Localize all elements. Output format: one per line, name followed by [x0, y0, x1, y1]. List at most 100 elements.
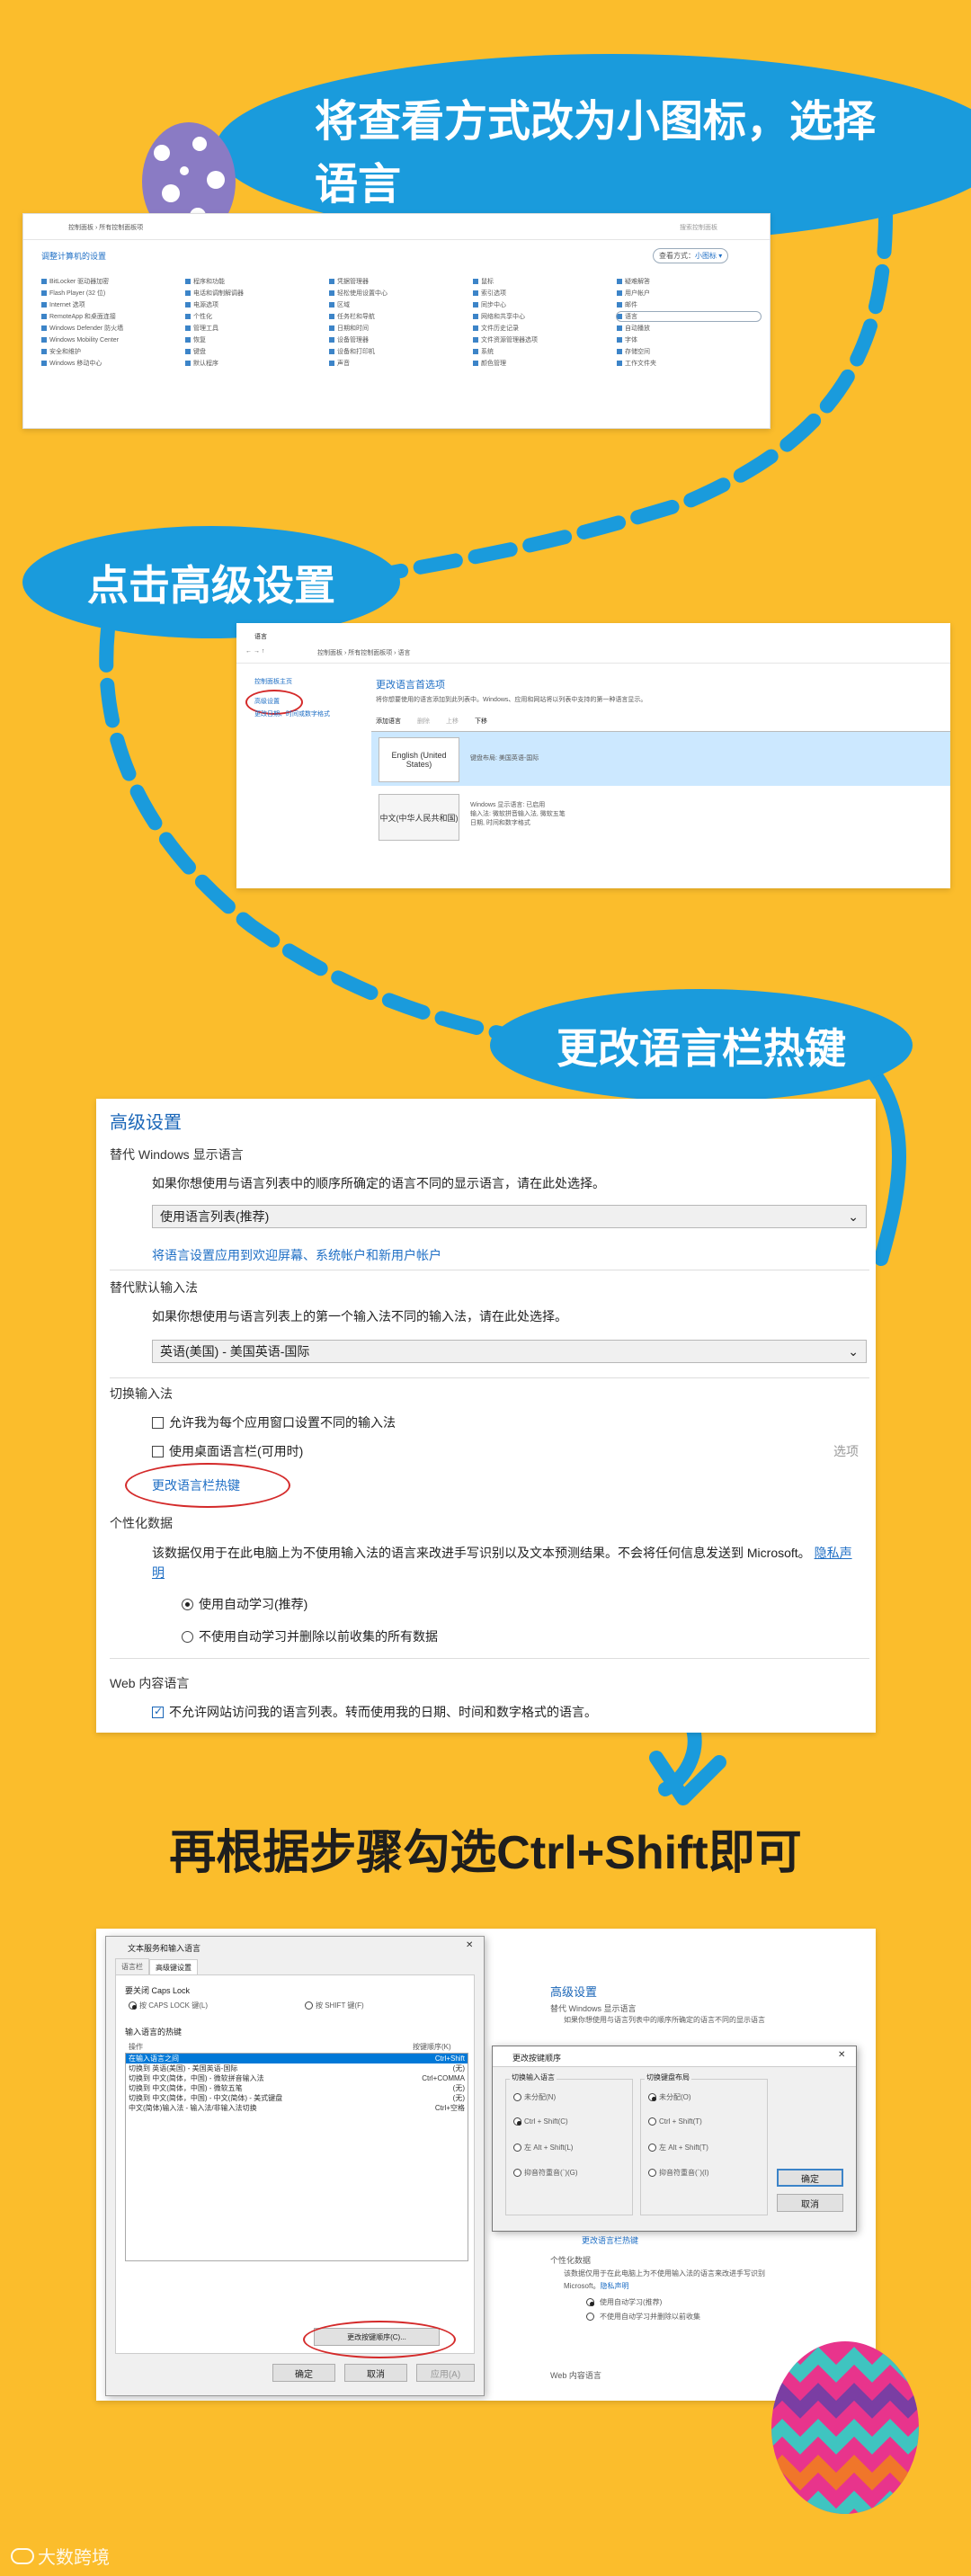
cp-item[interactable]: Windows Defender 防火墙: [41, 324, 185, 333]
checkbox[interactable]: [152, 1445, 164, 1457]
tool-down[interactable]: 下移: [475, 717, 487, 726]
cp-item[interactable]: Internet 选项: [41, 300, 185, 309]
lang-row-chinese[interactable]: 中文(中华人民共和国) Windows 显示语言: 已启用 输入法: 微软拼音输…: [371, 792, 950, 846]
tab-advanced-keys[interactable]: 高级键设置: [149, 1958, 198, 1975]
dialog-ok-button[interactable]: 确定: [272, 2364, 335, 2382]
bg-link[interactable]: 更改语言栏热键: [582, 2234, 638, 2246]
cp-item[interactable]: BitLocker 驱动器加密: [41, 277, 185, 286]
cp-item[interactable]: 个性化: [185, 312, 329, 321]
dialog-apply-button[interactable]: 应用(A): [416, 2364, 475, 2382]
s4-radio1[interactable]: 使用自动学习(推荐): [182, 1595, 307, 1613]
popup-option[interactable]: 未分配(O): [648, 2092, 691, 2102]
cp-item[interactable]: 网络和共享中心: [473, 312, 617, 321]
cp-item[interactable]: 任务栏和导航: [329, 312, 473, 321]
s5-option[interactable]: ✓ 不允许网站访问我的语言列表。转而使用我的日期、时间和数字格式的语言。: [152, 1703, 597, 1721]
popup-option[interactable]: Ctrl + Shift(T): [648, 2117, 702, 2126]
capslock-opt2[interactable]: 按 SHIFT 键(F): [305, 2001, 364, 2010]
popup-option[interactable]: Ctrl + Shift(C): [513, 2117, 568, 2126]
tab-langbar[interactable]: 语言栏: [115, 1958, 149, 1975]
side-home[interactable]: 控制面板主页: [254, 677, 292, 686]
cp-item[interactable]: 同步中心: [473, 300, 617, 309]
side-datetime[interactable]: 更改日期、时间或数字格式: [254, 709, 330, 718]
cp-item[interactable]: 鼠标: [473, 277, 617, 286]
s1-link[interactable]: 将语言设置应用到欢迎屏幕、系统帐户和新用户帐户: [152, 1246, 441, 1264]
radio-button[interactable]: [648, 2144, 656, 2152]
cp-item[interactable]: 存储空间: [617, 347, 761, 356]
bg-privacy[interactable]: 隐私声明: [600, 2282, 628, 2290]
radio-button[interactable]: [513, 2117, 521, 2126]
hotkey-row[interactable]: 切换到 英语(美国) - 美国英语-国际 (无): [126, 2063, 468, 2073]
radio-button[interactable]: [586, 2298, 594, 2306]
s2-select[interactable]: 英语(美国) - 美国英语-国际 ⌄: [152, 1340, 867, 1363]
view-mode[interactable]: 查看方式：小图标 ▾: [653, 248, 729, 263]
cp-item[interactable]: 文件历史记录: [473, 324, 617, 333]
popup-option[interactable]: 抑音符重音(`)(I): [648, 2168, 709, 2178]
cp-item[interactable]: Windows 移动中心: [41, 359, 185, 368]
popup-option[interactable]: 未分配(N): [513, 2092, 556, 2102]
cp-search[interactable]: 搜索控制面板: [680, 223, 717, 232]
cp-item[interactable]: 工作文件夹: [617, 359, 761, 368]
tool-up[interactable]: 上移: [446, 717, 459, 726]
cp-item[interactable]: 字体: [617, 335, 761, 344]
hotkey-row[interactable]: 中文(简体)输入法 - 输入法/非输入法切换 Ctrl+空格: [126, 2103, 468, 2113]
cp-item[interactable]: 安全和维护: [41, 347, 185, 356]
tool-remove[interactable]: 删除: [417, 717, 430, 726]
radio-button[interactable]: [305, 2001, 313, 2010]
hotkey-row[interactable]: 切换到 中文(简体，中国) - 微软拼音输入法 Ctrl+COMMA: [126, 2073, 468, 2083]
radio-button[interactable]: [586, 2313, 594, 2321]
cp-item[interactable]: 区域: [329, 300, 473, 309]
cp-item[interactable]: 日期和时间: [329, 324, 473, 333]
radio-button[interactable]: [129, 2001, 137, 2010]
cp-item[interactable]: 设备管理器: [329, 335, 473, 344]
checkbox-checked[interactable]: ✓: [152, 1705, 164, 1718]
dialog-cancel-button[interactable]: 取消: [344, 2364, 407, 2382]
radio-button[interactable]: [648, 2093, 656, 2101]
checkbox[interactable]: [152, 1416, 164, 1429]
radio-button[interactable]: [182, 1630, 193, 1643]
popup-option[interactable]: 左 Alt + Shift(L): [513, 2143, 573, 2153]
cp-item[interactable]: RemoteApp 和桌面连接: [41, 312, 185, 321]
hotkey-row[interactable]: 切换到 中文(简体，中国) - 微软五笔 (无): [126, 2083, 468, 2093]
cp-item[interactable]: 管理工具: [185, 324, 329, 333]
radio-button[interactable]: [182, 1598, 193, 1610]
cp-item[interactable]: 声音: [329, 359, 473, 368]
s3-option1[interactable]: 允许我为每个应用窗口设置不同的输入法: [152, 1413, 396, 1431]
cp-item[interactable]: Windows Mobility Center: [41, 335, 185, 344]
cp-item[interactable]: 语言: [616, 311, 762, 322]
cp-item[interactable]: 键盘: [185, 347, 329, 356]
cp-item[interactable]: 邮件: [617, 300, 761, 309]
radio-button[interactable]: [513, 2169, 521, 2177]
cp-item[interactable]: 系统: [473, 347, 617, 356]
cp-item[interactable]: 默认程序: [185, 359, 329, 368]
back-icon[interactable]: ← → ↑: [245, 648, 264, 655]
popup-option[interactable]: 左 Alt + Shift(T): [648, 2143, 708, 2153]
capslock-opt1[interactable]: 按 CAPS LOCK 键(L): [129, 2001, 208, 2010]
radio-button[interactable]: [648, 2169, 656, 2177]
cp-item[interactable]: 凭据管理器: [329, 277, 473, 286]
hotkey-row[interactable]: 切换到 中文(简体，中国) - 中文(简体) - 美式键盘 (无): [126, 2093, 468, 2103]
cp-item[interactable]: 文件资源管理器选项: [473, 335, 617, 344]
s4-radio2[interactable]: 不使用自动学习并删除以前收集的所有数据: [182, 1627, 438, 1645]
radio-button[interactable]: [513, 2144, 521, 2152]
close-icon[interactable]: ✕: [838, 2050, 845, 2060]
popup-option[interactable]: 抑音符重音(`)(G): [513, 2168, 578, 2178]
radio-button[interactable]: [513, 2093, 521, 2101]
popup-cancel-button[interactable]: 取消: [777, 2194, 843, 2212]
s3-option2[interactable]: 使用桌面语言栏(可用时): [152, 1442, 303, 1460]
cp-item[interactable]: 设备和打印机: [329, 347, 473, 356]
cp-item[interactable]: 索引选项: [473, 289, 617, 298]
bg-r1[interactable]: 使用自动学习(推荐): [586, 2297, 662, 2307]
cp-item[interactable]: 恢复: [185, 335, 329, 344]
radio-button[interactable]: [648, 2117, 656, 2126]
cp-item[interactable]: 疑难解答: [617, 277, 761, 286]
cp-item[interactable]: 自动播放: [617, 324, 761, 333]
cp-item[interactable]: 颜色管理: [473, 359, 617, 368]
popup-ok-button[interactable]: 确定: [777, 2169, 843, 2187]
cp-item[interactable]: 用户帐户: [617, 289, 761, 298]
bg-r2[interactable]: 不使用自动学习并删除以前收集: [586, 2312, 700, 2322]
cp-item[interactable]: 电话和调制解调器: [185, 289, 329, 298]
tool-add[interactable]: 添加语言: [376, 717, 401, 726]
cp-item[interactable]: 程序和功能: [185, 277, 329, 286]
close-icon[interactable]: ✕: [466, 1940, 473, 1950]
cp-item[interactable]: 电源选项: [185, 300, 329, 309]
